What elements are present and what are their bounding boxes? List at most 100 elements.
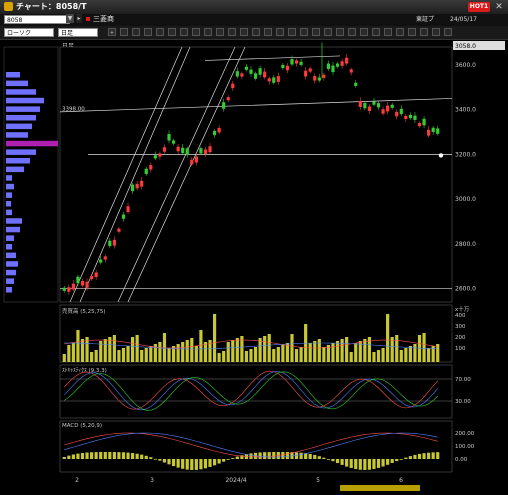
volume-bar xyxy=(294,349,299,362)
volume-unit-label: x十万 xyxy=(455,305,470,313)
candle-body xyxy=(322,74,326,78)
volume-bar xyxy=(408,346,412,362)
candle-body xyxy=(427,129,431,136)
volume-bar xyxy=(235,338,239,362)
macd-histogram-bar xyxy=(335,459,340,464)
volume-bar xyxy=(67,345,71,362)
volume-bar xyxy=(130,337,135,362)
macd-histogram-bar xyxy=(203,459,208,469)
volume-profile-bar xyxy=(6,235,14,241)
macd-y-tick: 200.00 xyxy=(455,431,475,437)
volume-bar xyxy=(176,344,180,362)
volume-profile-bar xyxy=(6,140,58,147)
candle-body xyxy=(436,128,440,134)
candle-body xyxy=(199,148,203,154)
candle-body xyxy=(304,70,308,77)
volume-profile-bar xyxy=(6,192,12,198)
line-price-label: 3398.00 xyxy=(62,106,85,112)
volume-profile-bar xyxy=(6,175,12,181)
volume-bar xyxy=(436,344,440,362)
candle-body xyxy=(404,115,408,120)
macd-histogram-bar xyxy=(263,452,267,459)
stochastic-y-tick: 70.00 xyxy=(455,377,471,383)
candle-body xyxy=(354,82,358,86)
volume-bar xyxy=(263,336,267,362)
volume-bar xyxy=(335,341,340,362)
candle-body xyxy=(345,57,349,64)
x-axis-label: 2024/4 xyxy=(225,477,246,484)
volume-bar xyxy=(103,339,107,362)
volume-panel-label: 売買高 (5,25,75) xyxy=(62,307,106,315)
price-panel xyxy=(59,46,453,303)
macd-histogram-bar xyxy=(212,459,217,466)
volume-y-tick: 300 xyxy=(455,324,466,330)
macd-histogram-bar xyxy=(431,452,435,459)
macd-histogram-bar xyxy=(194,459,198,470)
macd-histogram-bar xyxy=(153,458,157,460)
candle-body xyxy=(181,147,185,154)
macd-histogram-bar xyxy=(363,459,367,470)
macd-histogram-bar xyxy=(190,459,194,470)
macd-histogram-bar xyxy=(272,452,276,459)
macd-histogram-bar xyxy=(326,459,331,460)
candle-body xyxy=(249,69,253,74)
volume-profile-bar xyxy=(6,89,36,95)
macd-histogram-bar xyxy=(94,452,98,459)
candle-body xyxy=(203,149,208,154)
volume-bar xyxy=(272,349,276,362)
macd-histogram-bar xyxy=(181,459,185,469)
candle-body xyxy=(308,68,312,72)
candle-body xyxy=(376,103,381,108)
candle-body xyxy=(267,78,271,82)
candle-body xyxy=(390,104,394,108)
macd-histogram-bar xyxy=(367,459,372,470)
candle-body xyxy=(121,214,126,219)
macd-histogram-bar xyxy=(144,455,148,459)
volume-bar xyxy=(395,335,399,362)
macd-histogram-bar xyxy=(235,456,239,459)
candle-body xyxy=(349,69,353,73)
volume-bar xyxy=(267,334,271,362)
candle-body xyxy=(108,240,112,247)
volume-profile-bar xyxy=(6,72,20,78)
candle-body xyxy=(381,109,385,114)
macd-histogram-bar xyxy=(185,459,189,470)
macd-histogram-bar xyxy=(267,452,271,459)
macd-histogram-bar xyxy=(376,459,381,468)
volume-profile-bar xyxy=(6,183,14,190)
macd-panel-label: MACD (5,20,9) xyxy=(62,423,102,429)
volume-bar xyxy=(427,348,431,362)
candle-body xyxy=(112,239,116,246)
volume-bar xyxy=(62,354,66,362)
volume-bar xyxy=(376,350,381,362)
macd-histogram-bar xyxy=(231,458,235,459)
y-tick-label: 3000.0 xyxy=(455,196,476,203)
macd-histogram-bar xyxy=(322,457,326,459)
volume-profile-bar xyxy=(6,97,44,104)
macd-histogram-bar xyxy=(117,452,121,459)
macd-histogram-bar xyxy=(222,459,226,462)
volume-bar xyxy=(167,348,171,362)
current-price-marker xyxy=(438,153,444,158)
volume-bar xyxy=(222,351,226,362)
candle-body xyxy=(99,259,103,263)
last-price-tag: 3058.0 xyxy=(455,43,476,50)
candle-body xyxy=(90,276,94,280)
volume-bar xyxy=(181,342,185,362)
candle-body xyxy=(149,165,153,170)
macd-histogram-bar xyxy=(140,454,144,459)
volume-profile-bar xyxy=(6,166,24,173)
candle-body xyxy=(258,68,262,75)
scroll-indicator xyxy=(340,485,420,491)
macd-histogram-bar xyxy=(381,459,385,467)
volume-bar xyxy=(276,347,280,362)
macd-y-tick: 0.00 xyxy=(455,457,468,463)
volume-bar xyxy=(290,334,294,362)
y-tick-label: 2800.0 xyxy=(455,241,476,248)
volume-bar xyxy=(413,344,417,362)
macd-histogram-bar xyxy=(208,459,212,467)
candle-body xyxy=(217,127,221,133)
macd-histogram-bar xyxy=(299,452,303,459)
macd-histogram-bar xyxy=(108,452,112,459)
macd-histogram-bar xyxy=(304,453,308,459)
